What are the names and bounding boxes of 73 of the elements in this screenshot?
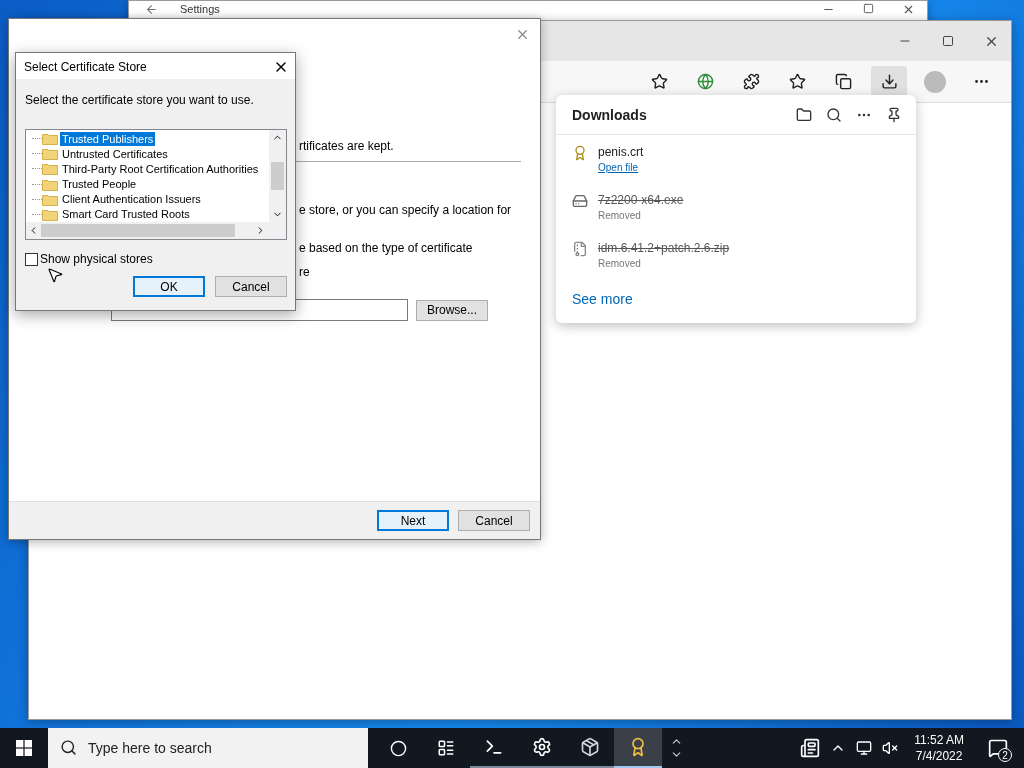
store-item[interactable]: Trusted Publishers — [60, 131, 156, 146]
folder-icon — [42, 162, 58, 176]
download-status: Removed — [598, 210, 642, 221]
program-icon — [572, 193, 588, 209]
globe-icon[interactable] — [696, 73, 714, 90]
open-file-link[interactable]: Open file — [598, 162, 644, 173]
file-name: 7z2200-x64.exe — [598, 193, 684, 207]
cortana-icon[interactable] — [389, 739, 407, 757]
task-view-icon[interactable] — [437, 739, 455, 757]
browse-button[interactable]: Browse... — [416, 299, 488, 321]
pin-icon[interactable] — [886, 106, 902, 123]
mouse-pointer-icon — [46, 266, 64, 284]
dialog-button[interactable]: Cancel — [215, 276, 287, 297]
wizard-text: re — [299, 265, 311, 279]
scrollbar-thumb[interactable] — [41, 224, 235, 237]
store-item[interactable]: Third-Party Root Certification Authorities — [60, 161, 261, 176]
back-icon[interactable] — [145, 3, 158, 16]
search-field[interactable]: Type here to search — [48, 728, 368, 768]
dialog-title: Select Certificate Store — [24, 60, 147, 74]
taskbar-app[interactable] — [614, 728, 662, 768]
network-icon[interactable] — [856, 740, 873, 756]
extensions-icon[interactable] — [742, 73, 760, 90]
downloads-button[interactable] — [871, 65, 907, 98]
windows-logo-icon — [16, 740, 32, 756]
search-icon[interactable] — [826, 106, 842, 123]
favorites-icon[interactable] — [788, 73, 806, 90]
settings-icon — [532, 737, 552, 757]
wizard-text: e based on the type of certificate — [299, 241, 474, 255]
download-icon — [880, 73, 898, 90]
store-item[interactable]: Client Authentication Issuers — [60, 192, 203, 207]
dialog-button[interactable]: OK — [133, 276, 205, 297]
store-item[interactable]: Smart Card Trusted Roots — [60, 207, 192, 222]
collections-icon[interactable] — [834, 73, 852, 90]
checkbox[interactable] — [25, 252, 38, 266]
store-item[interactable]: Trusted People — [60, 177, 139, 192]
see-more-link[interactable]: See more — [572, 291, 916, 307]
clock-date: 7/4/2022 — [915, 748, 963, 764]
wizard-text: rtificates are kept. — [299, 139, 395, 153]
notification-count: 2 — [998, 748, 1012, 762]
notifications-button[interactable]: 2 — [980, 728, 1016, 768]
scrollbar-thumb[interactable] — [271, 162, 284, 190]
folder-icon — [42, 132, 58, 146]
folder-icon[interactable] — [796, 106, 812, 123]
close-icon[interactable] — [902, 3, 915, 16]
folder-icon — [42, 147, 58, 161]
clock[interactable]: 11:52 AM 7/4/2022 — [908, 732, 970, 764]
package-icon — [580, 737, 600, 757]
vertical-scrollbar[interactable] — [269, 130, 286, 222]
store-item[interactable]: Untrusted Certificates — [60, 146, 170, 161]
window-title: Settings — [180, 3, 220, 15]
folder-icon — [42, 177, 58, 191]
wizard-button[interactable]: Cancel — [458, 510, 530, 531]
maximize-icon[interactable] — [942, 35, 954, 47]
dialog-prompt: Select the certificate store you want to use. — [25, 93, 255, 107]
add-favorite-icon[interactable] — [650, 73, 668, 90]
file-name: idm.6.41.2+patch.2.6.zip — [598, 241, 730, 255]
checkbox-label: Show physical stores — [40, 252, 153, 266]
download-status: Removed — [598, 258, 642, 269]
certificate-icon — [572, 145, 588, 161]
archive-icon — [572, 241, 588, 257]
panel-title: Downloads — [572, 106, 648, 123]
file-name: penis.crt — [598, 145, 644, 159]
news-icon[interactable] — [800, 738, 821, 758]
volume-muted-icon[interactable] — [882, 740, 899, 756]
wizard-button[interactable]: Next — [377, 510, 449, 531]
wizard-text: e store, or you can specify a location for — [299, 203, 513, 217]
clock-time: 11:52 AM — [914, 732, 964, 748]
search-icon — [60, 739, 77, 756]
horizontal-scrollbar[interactable] — [26, 222, 286, 239]
terminal-icon — [484, 737, 504, 757]
notification-icon — [988, 738, 1008, 758]
folder-icon — [42, 192, 58, 206]
maximize-icon[interactable] — [863, 3, 874, 14]
